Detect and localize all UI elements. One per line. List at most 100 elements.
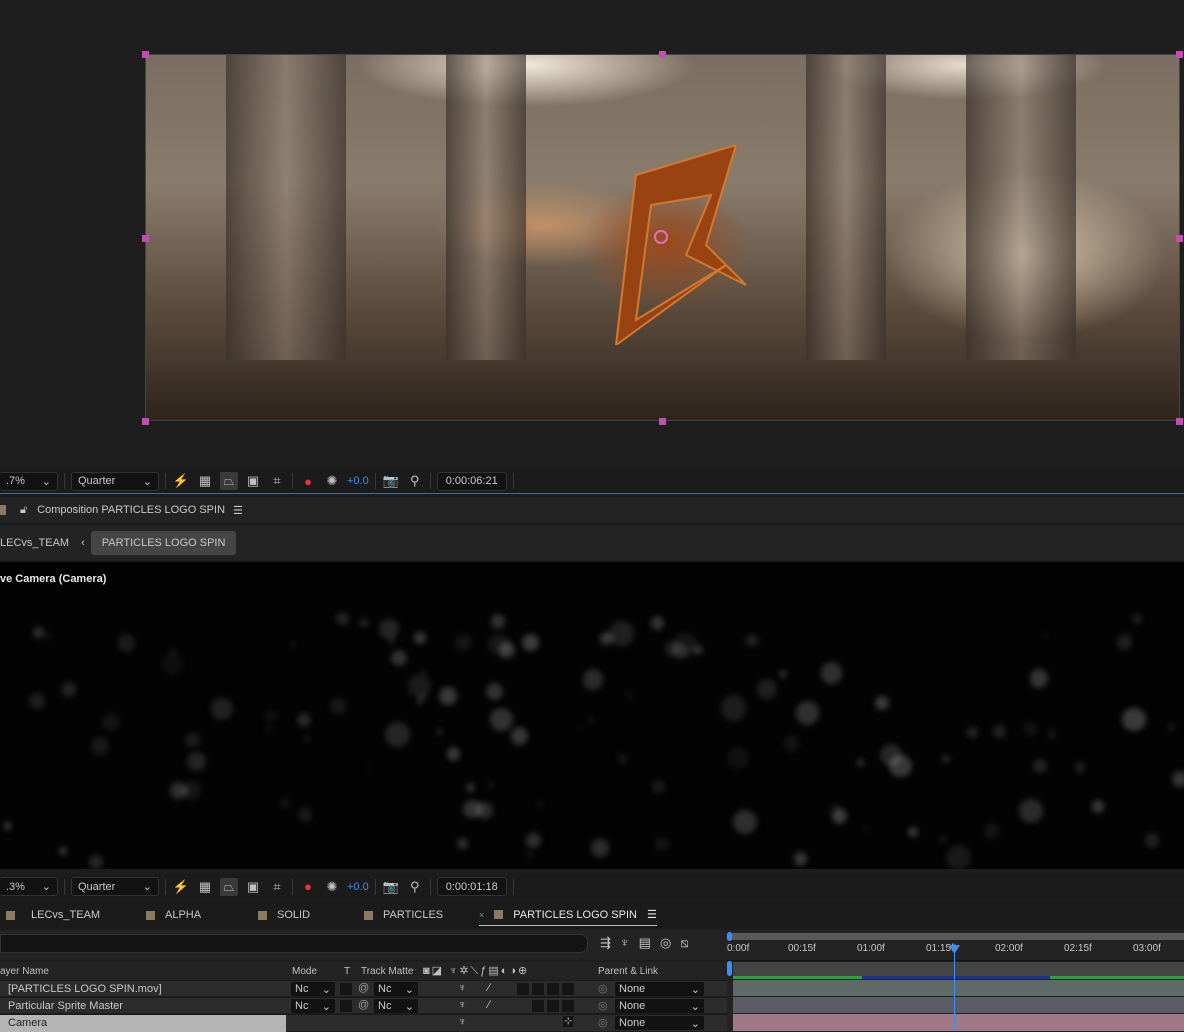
switch-box[interactable] — [517, 983, 529, 995]
tab-particles[interactable]: PARTICLES — [364, 902, 443, 928]
quality-switch-icon[interactable]: ∕ — [488, 982, 490, 994]
layer-bar[interactable] — [733, 997, 1184, 1013]
current-time-indicator[interactable] — [954, 944, 955, 1031]
column-track-matte[interactable]: Track Matte — [361, 966, 413, 977]
navigator-start-handle[interactable] — [727, 932, 732, 941]
blend-mode-select[interactable]: Nc ⌄ — [291, 982, 335, 996]
transform-handle[interactable] — [659, 51, 666, 58]
composition-viewer-bottom[interactable]: ve Camera (Camera) — [0, 562, 1184, 869]
tab-lecvs-team[interactable]: LECvs_TEAM — [6, 902, 100, 928]
transform-handle[interactable] — [142, 418, 149, 425]
tab-alpha[interactable]: ALPHA — [146, 902, 201, 928]
shy-switch-icon[interactable]: ♆ — [458, 999, 466, 1011]
reset-exposure-icon[interactable]: ✺ — [323, 472, 341, 490]
pickwhip-icon[interactable]: @ — [358, 999, 369, 1011]
graph-editor-icon[interactable]: ⧅ — [680, 935, 688, 951]
shy-switch-icon[interactable]: ♆ — [458, 982, 466, 994]
region-of-interest-icon[interactable]: ▣ — [244, 878, 262, 896]
comp-flowchart-icon[interactable]: ⇶ — [600, 935, 611, 951]
panel-menu-icon[interactable]: ☰ — [233, 504, 243, 517]
frame-blending-icon[interactable]: ▤ — [639, 935, 651, 951]
snapshot-camera-icon[interactable]: 📷 — [382, 878, 400, 896]
transparency-grid-icon[interactable]: ▦ — [196, 472, 214, 490]
layer-search-input[interactable] — [0, 934, 588, 953]
switch-box[interactable] — [562, 1000, 574, 1012]
layer-row-selected[interactable]: Camera ♆ ⊹ ◎ None ⌄ — [0, 1014, 727, 1032]
switch-box[interactable] — [562, 983, 574, 995]
switch-box[interactable] — [547, 983, 559, 995]
snapshot-camera-icon[interactable]: 📷 — [382, 472, 400, 490]
quality-switch-icon[interactable]: ∕ — [488, 999, 490, 1011]
breadcrumb-item[interactable]: LECvs_TEAM — [0, 537, 69, 549]
parent-pickwhip-icon[interactable]: ◎ — [598, 982, 608, 995]
region-of-interest-icon[interactable]: ▣ — [244, 472, 262, 490]
preserve-transparency-checkbox[interactable] — [340, 1000, 352, 1012]
mask-path-visibility-icon[interactable]: ⏢ — [220, 877, 238, 896]
reset-exposure-icon[interactable]: ✺ — [323, 878, 341, 896]
resolution-select[interactable]: Quarter ⌄ — [71, 471, 159, 491]
track-matte-select[interactable]: Nc ⌄ — [374, 999, 418, 1013]
resolution-select[interactable]: Quarter ⌄ — [71, 877, 159, 896]
close-icon[interactable]: × — [479, 910, 484, 920]
transform-handle[interactable] — [142, 51, 149, 58]
motion-blur-icon[interactable]: ◎ — [660, 935, 671, 951]
timeline-area[interactable]: 0:00f 00:15f 01:00f 01:15f 02:00f 02:15f… — [727, 930, 1184, 1031]
column-layer-name[interactable]: ayer Name — [0, 966, 49, 977]
show-snapshot-icon[interactable]: ⚲ — [406, 878, 424, 896]
switch-box[interactable] — [532, 1000, 544, 1012]
grid-guides-icon[interactable]: ⌗ — [268, 878, 286, 896]
column-t[interactable]: T — [344, 966, 350, 977]
preserve-transparency-checkbox[interactable] — [340, 983, 352, 995]
panel-menu-icon[interactable]: ☰ — [647, 908, 657, 921]
zoom-select[interactable]: .3% ⌄ — [0, 877, 58, 896]
parent-select[interactable]: None ⌄ — [615, 1016, 704, 1030]
transform-handle[interactable] — [142, 235, 149, 242]
current-time-display[interactable]: 0:00:01:18 — [436, 877, 507, 896]
tab-solid[interactable]: SOLID — [258, 902, 310, 928]
transparency-grid-icon[interactable]: ▦ — [196, 878, 214, 896]
lock-icon[interactable]: 🔓︎ — [20, 504, 27, 517]
work-area-start-handle[interactable] — [727, 961, 732, 976]
layer-row[interactable]: [PARTICLES LOGO SPIN.mov] Nc ⌄ @ Nc ⌄ ♆ ∕ … — [0, 980, 727, 996]
layer-row[interactable]: Particular Sprite Master Nc ⌄ @ Nc ⌄ ♆ ∕ ◎… — [0, 997, 727, 1013]
channel-rgb-icon[interactable]: ● — [299, 472, 317, 490]
parent-pickwhip-icon[interactable]: ◎ — [598, 999, 608, 1012]
layer-bar[interactable] — [733, 980, 1184, 996]
parent-pickwhip-icon[interactable]: ◎ — [598, 1016, 608, 1029]
blend-mode-select[interactable]: Nc ⌄ — [291, 999, 335, 1013]
fast-preview-icon[interactable]: ⚡ — [172, 878, 190, 896]
mask-path-visibility-icon[interactable]: ⏢ — [220, 472, 238, 490]
composition-viewer-top[interactable] — [0, 0, 1184, 468]
grid-guides-icon[interactable]: ⌗ — [268, 472, 286, 490]
anchor-point-icon[interactable] — [654, 230, 668, 244]
layer-name[interactable]: Camera — [8, 1017, 47, 1029]
shy-switch-icon[interactable]: ♆ — [458, 1016, 466, 1028]
breadcrumb-item-active[interactable]: PARTICLES LOGO SPIN — [90, 531, 237, 555]
switch-box[interactable] — [532, 983, 544, 995]
tab-particles-logo-spin[interactable]: × PARTICLES LOGO SPIN ☰ — [479, 904, 657, 926]
layer-name[interactable]: Particular Sprite Master — [8, 1000, 123, 1012]
channel-rgb-icon[interactable]: ● — [299, 878, 317, 896]
work-area-bar[interactable] — [733, 962, 1184, 976]
3d-layer-icon[interactable]: ⊹ — [563, 1016, 574, 1027]
switch-box[interactable] — [547, 1000, 559, 1012]
transform-handle[interactable] — [1176, 235, 1183, 242]
time-navigator[interactable] — [729, 933, 1184, 940]
show-snapshot-icon[interactable]: ⚲ — [406, 472, 424, 490]
parent-select[interactable]: None ⌄ — [615, 982, 704, 996]
layer-name[interactable]: [PARTICLES LOGO SPIN.mov] — [8, 983, 162, 995]
transform-handle[interactable] — [1176, 418, 1183, 425]
fast-preview-icon[interactable]: ⚡ — [172, 472, 190, 490]
shy-layers-icon[interactable]: ♆ — [620, 935, 630, 951]
exposure-value[interactable]: +0.0 — [347, 475, 369, 487]
transform-handle[interactable] — [1176, 51, 1183, 58]
pickwhip-icon[interactable]: @ — [358, 982, 369, 994]
column-mode[interactable]: Mode — [292, 966, 317, 977]
current-time-display[interactable]: 0:00:06:21 — [436, 471, 507, 491]
layer-bar[interactable] — [733, 1014, 1184, 1031]
column-parent-link[interactable]: Parent & Link — [598, 966, 658, 977]
parent-select[interactable]: None ⌄ — [615, 999, 704, 1013]
transform-handle[interactable] — [659, 418, 666, 425]
zoom-select[interactable]: .7% ⌄ — [0, 471, 58, 491]
exposure-value[interactable]: +0.0 — [347, 881, 369, 893]
